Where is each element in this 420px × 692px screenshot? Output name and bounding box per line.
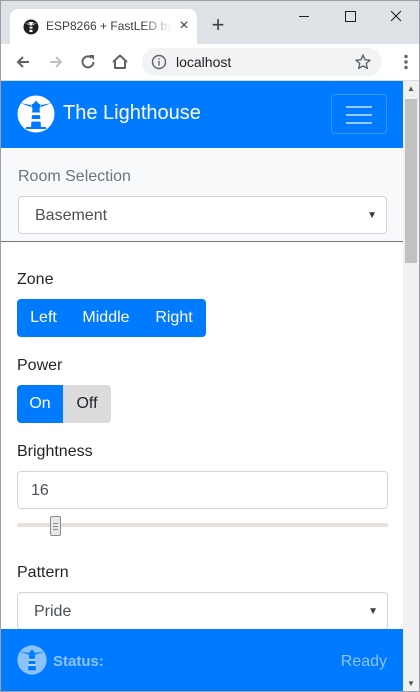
menu-dots-icon[interactable] <box>396 52 416 72</box>
power-on-button[interactable]: On <box>17 385 63 423</box>
navbar-toggler[interactable] <box>331 94 387 134</box>
room-select-value: Basement <box>35 207 108 224</box>
room-selection-section: Room Selection Basement ▼ <box>1 148 403 242</box>
tab-strip: ESP8266 + FastLED by × + <box>1 1 419 44</box>
zone-right-button[interactable]: Right <box>142 299 206 337</box>
star-icon[interactable] <box>354 53 372 71</box>
room-select[interactable]: Basement ▼ <box>18 196 387 234</box>
lighthouse-icon <box>17 95 55 133</box>
brightness-input-value: 16 <box>31 482 49 499</box>
window-close-button[interactable] <box>373 1 419 31</box>
hamburger-icon-bar <box>346 122 372 124</box>
url-text: localhost <box>176 54 232 70</box>
lighthouse-icon <box>23 19 39 35</box>
browser-tab[interactable]: ESP8266 + FastLED by × <box>10 9 197 44</box>
hamburger-icon <box>346 106 372 108</box>
thumb-grip-line <box>53 526 58 527</box>
brightness-label: Brightness <box>17 443 93 460</box>
status-label: Status: <box>53 653 104 670</box>
scroll-down-icon[interactable]: ▼ <box>406 679 416 689</box>
zone-left-button[interactable]: Left <box>17 299 70 337</box>
room-selection-label: Room Selection <box>18 168 131 185</box>
browser-window: ESP8266 + FastLED by × + localhost The L… <box>0 0 420 692</box>
brand-title[interactable]: The Lighthouse <box>63 102 201 125</box>
minimize-icon <box>299 16 309 17</box>
close-tab-button[interactable]: × <box>176 18 192 34</box>
status-value: Ready <box>340 653 387 670</box>
power-label: Power <box>17 357 63 374</box>
info-icon[interactable] <box>151 54 167 70</box>
pattern-select-value: Pride <box>34 603 72 620</box>
hamburger-icon-bar <box>346 114 372 116</box>
reload-icon[interactable] <box>78 52 98 72</box>
power-off-button[interactable]: Off <box>63 385 111 423</box>
chevron-down-icon: ▼ <box>368 606 378 617</box>
thumb-grip-line <box>53 529 58 530</box>
brightness-input[interactable]: 16 <box>17 471 388 509</box>
status-footer: Status: Ready <box>1 629 403 691</box>
scrollbar-thumb[interactable] <box>405 99 417 263</box>
maximize-icon <box>345 11 356 22</box>
minimize-button[interactable] <box>281 1 327 31</box>
chevron-down-icon: ▼ <box>367 210 377 221</box>
back-arrow-icon[interactable] <box>13 52 33 72</box>
pattern-select[interactable]: Pride ▼ <box>17 592 388 630</box>
address-bar[interactable]: localhost <box>142 48 382 76</box>
navbar: The Lighthouse <box>1 81 403 148</box>
scroll-up-icon[interactable]: ▲ <box>406 84 416 94</box>
pattern-label: Pattern <box>17 564 69 581</box>
lighthouse-icon <box>17 645 47 675</box>
thumb-grip-line <box>53 523 58 524</box>
close-icon <box>390 10 402 22</box>
brightness-slider-thumb[interactable] <box>50 516 61 536</box>
brightness-slider-track[interactable] <box>17 523 388 527</box>
tab-title-fade <box>142 13 172 37</box>
home-icon[interactable] <box>110 52 130 72</box>
zone-middle-button[interactable]: Middle <box>70 299 142 337</box>
zone-button-group: Left Middle Right <box>17 299 206 337</box>
forward-arrow-icon[interactable] <box>46 52 66 72</box>
maximize-button[interactable] <box>327 1 373 31</box>
page-viewport: The Lighthouse Room Selection Basement ▼… <box>1 81 403 691</box>
new-tab-button[interactable]: + <box>206 14 230 38</box>
zone-label: Zone <box>17 271 54 288</box>
page-scrollbar[interactable]: ▲ ▼ <box>403 81 419 691</box>
browser-toolbar: localhost <box>1 44 419 81</box>
power-button-group: On Off <box>17 385 111 423</box>
